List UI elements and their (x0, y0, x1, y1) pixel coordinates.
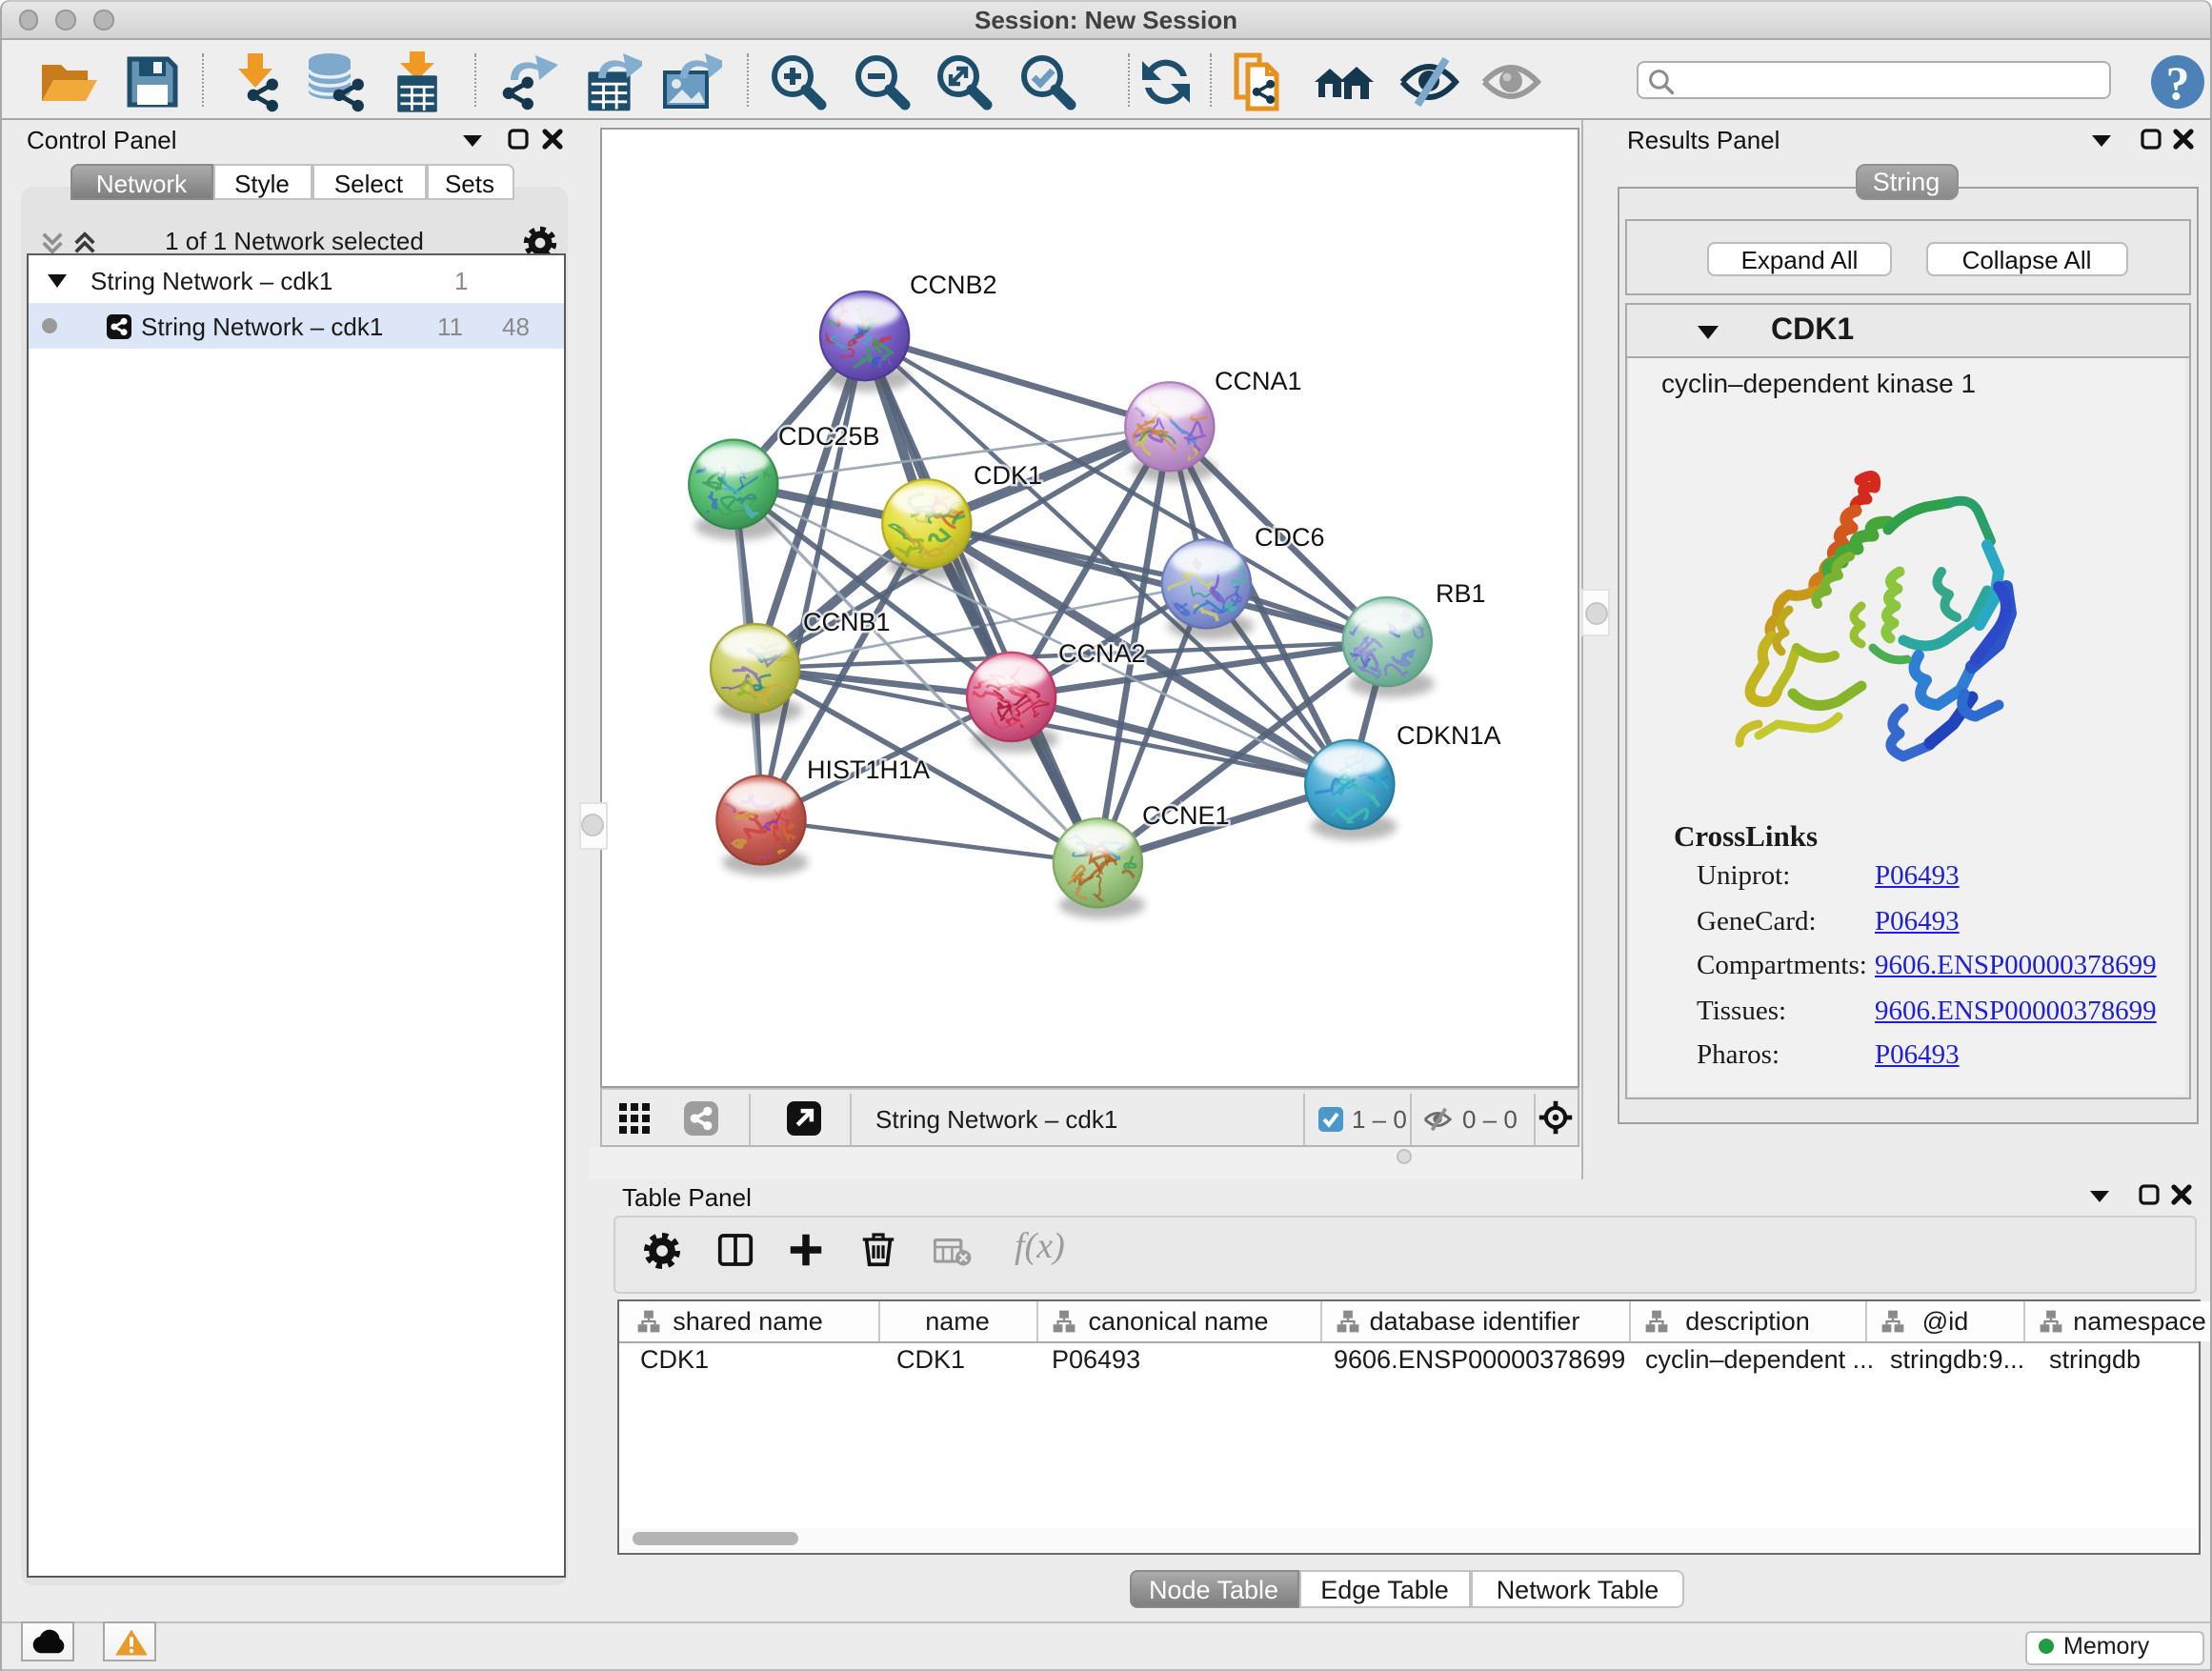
svg-text:HIST1H1A: HIST1H1A (806, 755, 929, 783)
svg-text:CCNA2: CCNA2 (1057, 638, 1145, 667)
svg-text:RB1: RB1 (1435, 578, 1485, 607)
svg-text:CDK1: CDK1 (973, 460, 1041, 489)
svg-text:CDC25B: CDC25B (777, 421, 879, 450)
svg-text:CCNB2: CCNB2 (909, 270, 996, 298)
svg-text:CDC6: CDC6 (1254, 522, 1324, 551)
svg-text:?: ? (2165, 56, 2189, 110)
svg-text:CCNB1: CCNB1 (802, 607, 890, 635)
svg-text:CCNE1: CCNE1 (1141, 800, 1229, 829)
svg-text:CDKN1A: CDKN1A (1396, 720, 1500, 749)
svg-text:CCNA1: CCNA1 (1214, 366, 1301, 394)
